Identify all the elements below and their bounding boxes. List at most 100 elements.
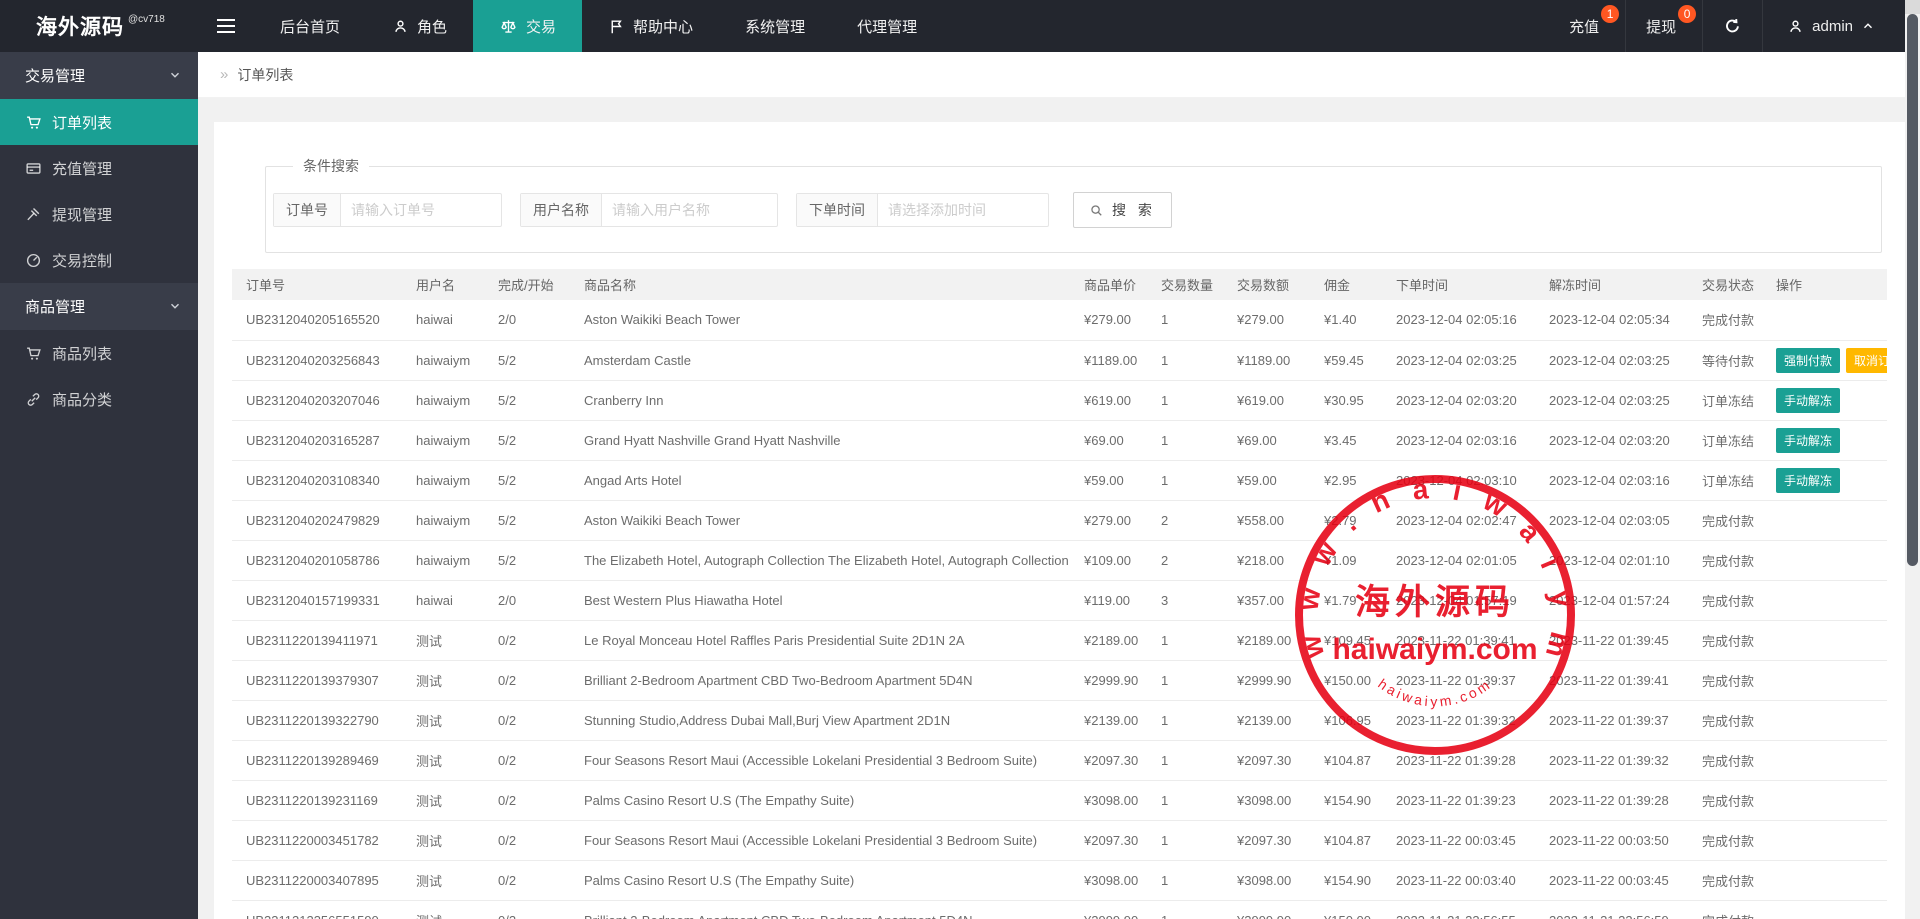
admin-user-menu[interactable]: admin [1762, 0, 1905, 52]
cell-complete-start: 0/2 [490, 900, 576, 919]
cell-order-time: 2023-12-04 01:57:19 [1388, 580, 1541, 620]
manual-unfreeze-button[interactable]: 手动解冻 [1776, 468, 1840, 493]
cell-unfreeze-time: 2023-11-22 01:39:28 [1541, 780, 1694, 820]
cell-status: 订单冻结 [1694, 420, 1768, 460]
table-row: UB2311212356551590 测试 0/2 Brilliant 2-Be… [232, 900, 1887, 919]
withdraw-notice-button[interactable]: 提现 0 [1625, 0, 1702, 52]
nav-item-dashboard[interactable]: 后台首页 [254, 0, 366, 52]
sidebar-item-label: 交易控制 [52, 250, 112, 271]
nav-item-help-center[interactable]: 帮助中心 [582, 0, 719, 52]
cell-unit-price: ¥109.00 [1076, 540, 1153, 580]
nav-item-roles[interactable]: 角色 [366, 0, 473, 52]
sidebar-group-trade-management[interactable]: 交易管理 [0, 52, 198, 99]
cell-unfreeze-time: 2023-11-22 01:39:45 [1541, 620, 1694, 660]
chevron-down-icon [168, 299, 182, 313]
col-trade-status: 交易状态 [1694, 269, 1768, 300]
manual-unfreeze-button[interactable]: 手动解冻 [1776, 388, 1840, 413]
sidebar-item-label: 商品分类 [52, 389, 112, 410]
cell-product-name: Four Seasons Resort Maui (Accessible Lok… [576, 740, 1076, 780]
table-row: UB2312040202479829 haiwaiym 5/2 Aston Wa… [232, 500, 1887, 540]
table-row: UB2311220139231169 测试 0/2 Palms Casino R… [232, 780, 1887, 820]
cell-commission: ¥2.79 [1316, 500, 1388, 540]
cell-username: haiwaiym [408, 420, 490, 460]
col-commission: 佣金 [1316, 269, 1388, 300]
cell-product-name: Stunning Studio,Address Dubai Mall,Burj … [576, 700, 1076, 740]
cell-actions [1768, 780, 1887, 820]
cell-unit-price: ¥119.00 [1076, 580, 1153, 620]
sidebar-item-label: 订单列表 [52, 112, 112, 133]
col-order-no: 订单号 [232, 269, 408, 300]
cell-status: 完成付款 [1694, 300, 1768, 340]
hamburger-menu-button[interactable] [198, 0, 254, 52]
sidebar-group-product-management[interactable]: 商品管理 [0, 283, 198, 330]
cell-commission: ¥1.79 [1316, 580, 1388, 620]
search-icon [1089, 203, 1104, 218]
scrollbar-thumb[interactable] [1907, 14, 1918, 566]
cell-status: 完成付款 [1694, 860, 1768, 900]
sidebar-item-recharge-management[interactable]: 充值管理 [0, 145, 198, 191]
cell-actions [1768, 860, 1887, 900]
sidebar-item-withdraw-management[interactable]: 提现管理 [0, 191, 198, 237]
cell-username: 测试 [408, 740, 490, 780]
order-no-input[interactable] [341, 194, 501, 226]
col-actions: 操作 [1768, 269, 1887, 300]
cell-unfreeze-time: 2023-11-22 00:03:45 [1541, 860, 1694, 900]
table-row: UB2312040205165520 haiwai 2/0 Aston Waik… [232, 300, 1887, 340]
cell-order-time: 2023-12-04 02:03:10 [1388, 460, 1541, 500]
sidebar-item-product-list[interactable]: 商品列表 [0, 330, 198, 376]
sidebar-item-order-list[interactable]: 订单列表 [0, 99, 198, 145]
cell-product-name: Brilliant 2-Bedroom Apartment CBD Two-Be… [576, 900, 1076, 919]
cell-order-time: 2023-11-22 01:39:41 [1388, 620, 1541, 660]
cell-unit-price: ¥2189.00 [1076, 620, 1153, 660]
cell-status: 订单冻结 [1694, 460, 1768, 500]
cell-product-name: Le Royal Monceau Hotel Raffles Paris Pre… [576, 620, 1076, 660]
topbar-right: 充值 1 提现 0 admin [1549, 0, 1905, 52]
cell-order-time: 2023-11-22 01:39:37 [1388, 660, 1541, 700]
sidebar-group-label: 商品管理 [25, 296, 85, 317]
refresh-button[interactable] [1702, 0, 1762, 52]
cell-order-time: 2023-11-21 23:56:55 [1388, 900, 1541, 919]
cell-actions [1768, 580, 1887, 620]
cancel-order-button[interactable]: 取消订单 [1846, 348, 1887, 373]
content-card: 条件搜索 订单号 用户名称 下单时间 [214, 122, 1905, 919]
order-no-label: 订单号 [274, 194, 341, 226]
nav-item-system[interactable]: 系统管理 [719, 0, 831, 52]
sidebar-item-product-category[interactable]: 商品分类 [0, 376, 198, 422]
cell-unfreeze-time: 2023-12-04 02:03:25 [1541, 380, 1694, 420]
cell-commission: ¥150.00 [1316, 900, 1388, 919]
cell-amount: ¥357.00 [1229, 580, 1316, 620]
sidebar-item-trade-control[interactable]: 交易控制 [0, 237, 198, 283]
cell-complete-start: 2/0 [490, 580, 576, 620]
cell-order-time: 2023-12-04 02:03:20 [1388, 380, 1541, 420]
cell-complete-start: 0/2 [490, 620, 576, 660]
cell-product-name: Amsterdam Castle [576, 340, 1076, 380]
username-input[interactable] [602, 194, 777, 226]
col-order-time: 下单时间 [1388, 269, 1541, 300]
cell-amount: ¥69.00 [1229, 420, 1316, 460]
cell-unfreeze-time: 2023-12-04 02:03:05 [1541, 500, 1694, 540]
nav-item-agents[interactable]: 代理管理 [831, 0, 943, 52]
gavel-icon [25, 206, 42, 223]
manual-unfreeze-button[interactable]: 手动解冻 [1776, 428, 1840, 453]
col-product-name: 商品名称 [576, 269, 1076, 300]
cell-username: 测试 [408, 820, 490, 860]
sidebar: 交易管理 订单列表 充值管理 提现管理 交 [0, 52, 198, 919]
cell-product-name: Palms Casino Resort U.S (The Empathy Sui… [576, 860, 1076, 900]
cell-status: 等待付款 [1694, 340, 1768, 380]
order-time-input[interactable] [878, 194, 1048, 226]
recharge-notice-button[interactable]: 充值 1 [1549, 0, 1625, 52]
cell-quantity: 1 [1153, 780, 1229, 820]
cell-actions [1768, 740, 1887, 780]
scales-icon [499, 17, 518, 36]
cell-order-time: 2023-11-22 01:39:28 [1388, 740, 1541, 780]
cell-actions [1768, 820, 1887, 860]
force-pay-button[interactable]: 强制付款 [1776, 348, 1840, 373]
main-content: » 订单列表 条件搜索 订单号 用户名称 下单时间 [198, 52, 1905, 919]
cell-order-no: UB2311220003451782 [232, 820, 408, 860]
cell-order-no: UB2312040202479829 [232, 500, 408, 540]
hamburger-icon [217, 18, 235, 34]
cell-status: 完成付款 [1694, 900, 1768, 919]
nav-item-trade[interactable]: 交易 [473, 0, 582, 52]
scrollbar-up-button[interactable] [1905, 0, 1920, 14]
search-button[interactable]: 搜 索 [1073, 192, 1172, 228]
